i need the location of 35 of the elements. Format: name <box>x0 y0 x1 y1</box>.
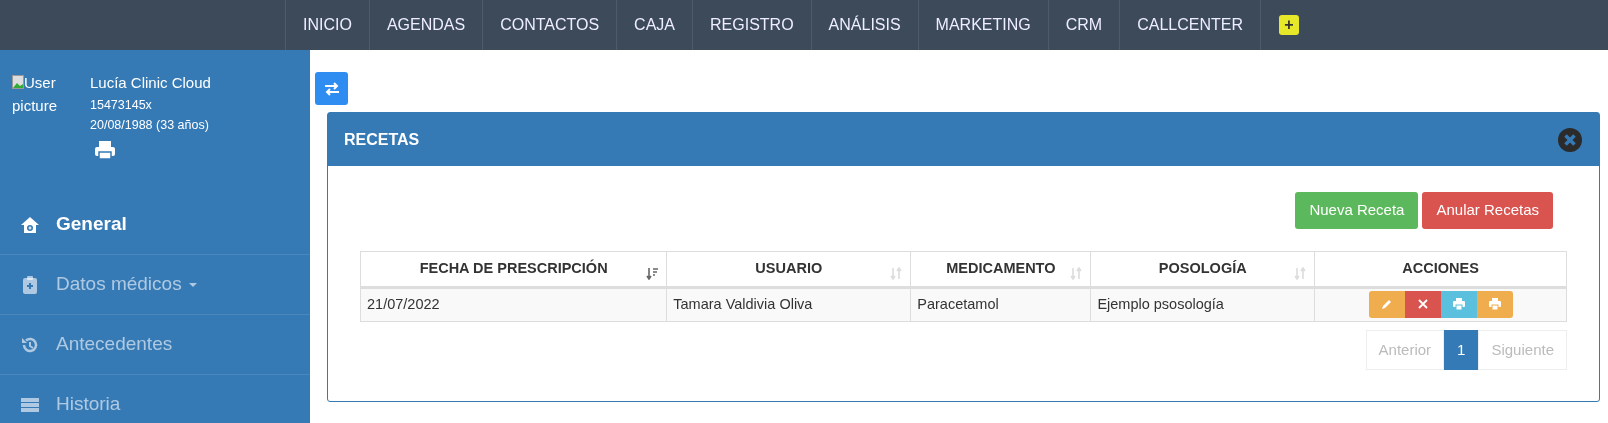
sidebar-item[interactable]: General <box>0 195 310 255</box>
nav-link[interactable]: AGENDAS <box>368 0 483 50</box>
page-link[interactable]: 1 <box>1444 329 1479 370</box>
close-icon[interactable] <box>1557 126 1583 153</box>
add-button[interactable]: + <box>1279 15 1299 35</box>
patient-id: 15473145x <box>90 96 153 114</box>
birth-date: 20/08/1988 (33 años) <box>90 116 210 134</box>
panel-title: RECETAS <box>344 129 420 150</box>
patient-name: Lucía Clinic Cloud <box>90 73 211 93</box>
home-icon <box>20 214 40 235</box>
print-icon <box>1487 297 1502 312</box>
nav-link[interactable]: REGISTRO <box>692 0 811 50</box>
nav-link[interactable]: CALLCENTER <box>1119 0 1261 50</box>
print-icon <box>1451 297 1466 312</box>
delete-button[interactable] <box>1404 290 1441 318</box>
table-cell: Paracetamol <box>910 287 1091 321</box>
print-button[interactable] <box>1440 290 1477 318</box>
picture: User picture <box>12 73 59 116</box>
print-icon[interactable] <box>94 139 116 160</box>
edit-button[interactable] <box>1368 290 1405 318</box>
nav-link[interactable]: ANÁLISIS <box>810 0 918 50</box>
caret-icon <box>187 281 198 288</box>
swap-icon <box>322 80 341 97</box>
clipboard-icon <box>20 274 40 295</box>
table-cell: Tamara Valdivia Oliva <box>666 287 911 321</box>
cancel-button[interactable]: Anular Recetas <box>1422 192 1553 229</box>
nav-link[interactable]: CAJA <box>616 0 692 50</box>
nav-link[interactable]: MARKETING <box>917 0 1048 50</box>
nav-link[interactable]: CONTACTOS <box>482 0 617 50</box>
pencil-icon <box>1379 297 1394 312</box>
print-button[interactable] <box>1476 290 1513 318</box>
table-cell: 21/07/2022 <box>360 287 667 321</box>
swap-button[interactable] <box>315 72 348 105</box>
nav-link[interactable]: CRM <box>1047 0 1120 50</box>
table-cell: Ejemplo psosología <box>1090 287 1315 321</box>
